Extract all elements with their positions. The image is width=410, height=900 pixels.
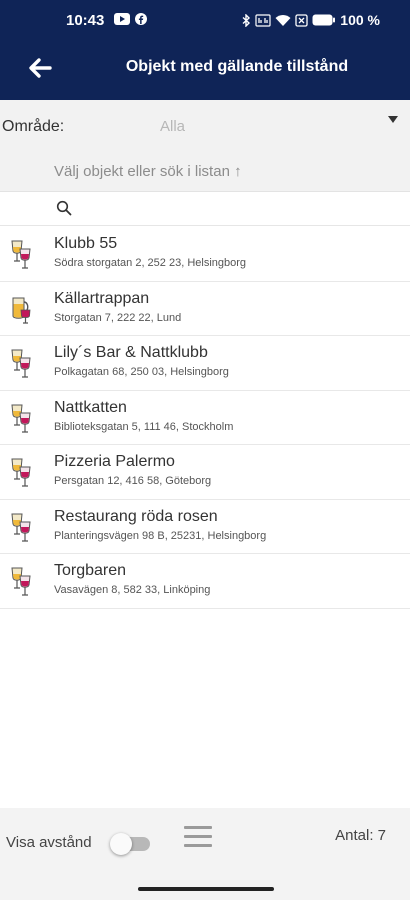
show-distance-toggle[interactable] [110,832,152,855]
item-address: Planteringsvägen 98 B, 25231, Helsingbor… [54,529,267,542]
battery-icon [312,14,336,26]
area-value[interactable]: Alla [160,118,185,135]
wine-glasses-icon [11,458,31,487]
list-item[interactable]: Restaurang röda rosen Planteringsvägen 9… [0,500,410,554]
list-item[interactable]: Klubb 55 Södra storgatan 2, 252 23, Hels… [0,227,410,282]
item-address: Södra storgatan 2, 252 23, Helsingborg [54,257,247,269]
show-distance-label: Visa avstånd [6,834,92,851]
object-list: Klubb 55 Södra storgatan 2, 252 23, Hels… [0,227,410,609]
item-address: Vasavägen 8, 582 33, Linköping [54,584,211,596]
status-time: 10:43 [66,12,105,29]
item-name: Källartrappan [54,289,150,307]
battery-percent: 100 % [340,12,380,28]
home-handle[interactable] [138,887,274,891]
item-name: Klubb 55 [54,235,118,252]
wine-glasses-icon [11,513,31,542]
bluetooth-icon [242,13,251,27]
list-item[interactable]: Nattkatten Biblioteksgatan 5, 111 46, St… [0,391,410,445]
item-address: Storgatan 7, 222 22, Lund [54,311,182,324]
bottom-bar: Visa avstånd Antal: 7 [0,808,410,878]
close-box-icon [295,13,308,27]
hint-text: Välj objekt eller sök i listan ↑ [54,163,242,180]
item-name: Restaurang röda rosen [54,507,218,525]
item-address: Persgatan 12, 416 58, Göteborg [54,475,212,487]
search-input[interactable] [80,196,390,222]
item-name: Nattkatten [54,398,127,416]
caret-down-icon[interactable] [388,116,398,123]
youtube-icon [114,13,130,25]
arrow-left-icon[interactable] [26,54,54,82]
list-item[interactable]: Källartrappan Storgatan 7, 222 22, Lund [0,282,410,336]
status-right-icons: 100 % [242,12,380,28]
area-dropdown[interactable]: Område: Alla [0,100,410,152]
toggle-knob [110,833,132,855]
item-name: Lily´s Bar & Nattklubb [54,344,208,361]
facebook-icon [135,13,147,25]
search-bar[interactable] [0,192,410,226]
list-item[interactable]: Torgbaren Vasavägen 8, 582 33, Linköping [0,554,410,609]
status-left-icons [114,13,147,25]
gesture-nav-bar [0,878,410,900]
app-bar: Objekt med gällande tillstånd [0,36,410,100]
wifi-icon [275,14,291,26]
wine-glasses-icon [11,240,31,269]
list-item[interactable]: Pizzeria Palermo Persgatan 12, 416 58, G… [0,445,410,500]
list-item[interactable]: Lily´s Bar & Nattklubb Polkagatan 68, 25… [0,336,410,391]
item-name: Pizzeria Palermo [54,453,175,470]
beer-glass-icon [12,297,31,324]
wine-glasses-icon [11,567,31,596]
area-label: Område: [2,118,65,135]
search-icon[interactable] [56,200,72,216]
item-count: Antal: 7 [335,827,386,844]
menu-icon[interactable] [184,826,212,848]
page-title: Objekt med gällande tillstånd [125,58,349,75]
item-address: Biblioteksgatan 5, 111 46, Stockholm [54,420,234,433]
item-address: Polkagatan 68, 250 03, Helsingborg [54,366,229,378]
wine-glasses-icon [11,404,31,433]
hint-row: Välj objekt eller sök i listan ↑ [0,152,410,192]
wine-glasses-icon [11,349,31,378]
data-icon [255,13,271,27]
status-bar: 10:43 100 % [0,0,410,36]
item-name: Torgbaren [54,562,127,579]
